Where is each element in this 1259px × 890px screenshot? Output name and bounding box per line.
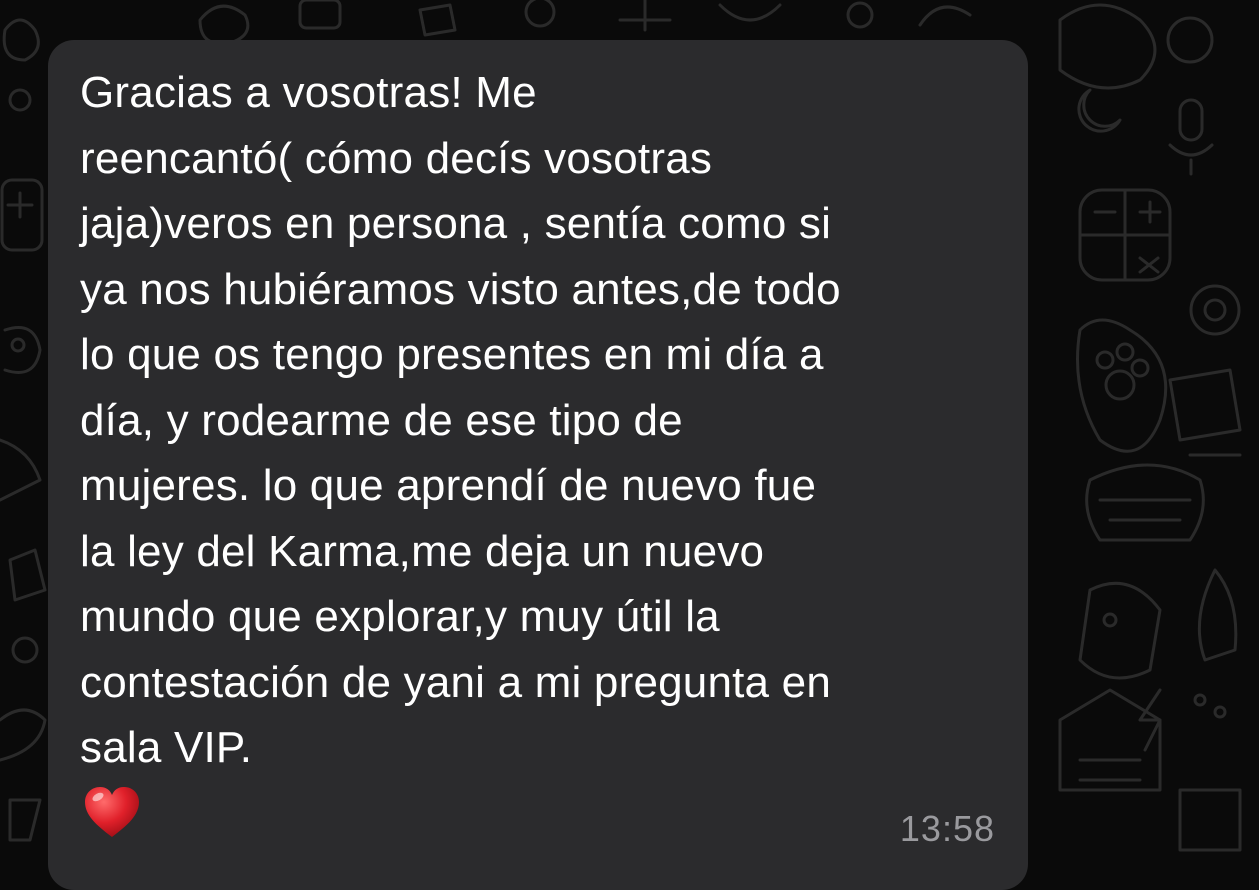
heart-emoji [85,787,139,837]
message-text: Gracias a vosotras! Me reencantó( cómo d… [80,68,841,772]
message-timestamp: 13:58 [899,808,995,849]
